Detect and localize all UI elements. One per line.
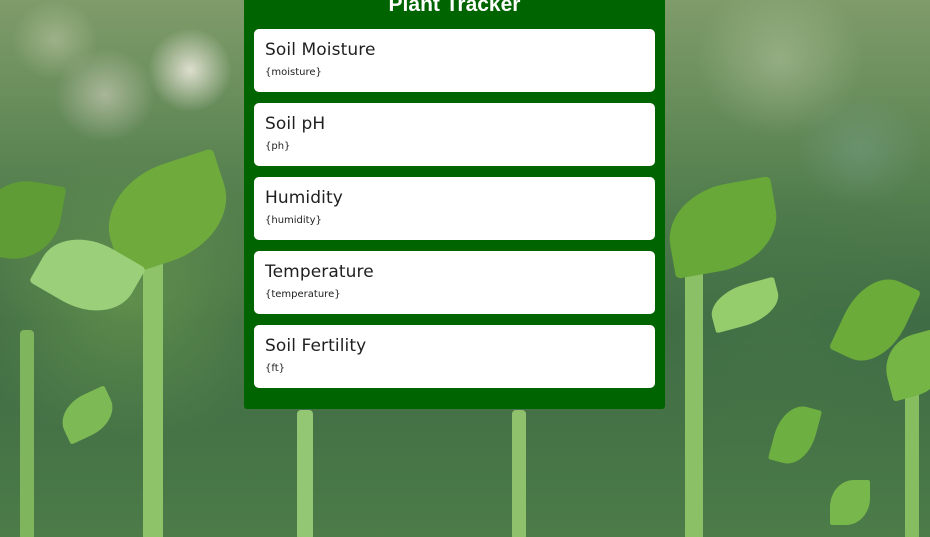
card-value: {moisture} xyxy=(265,67,322,78)
card-title: Humidity xyxy=(265,188,343,208)
card-value: {temperature} xyxy=(265,289,341,300)
card-value: {humidity} xyxy=(265,215,322,226)
card-soil-moisture: Soil Moisture {moisture} xyxy=(254,29,655,92)
card-value: {ph} xyxy=(265,141,291,152)
plant-tracker-panel: Plant Tracker Soil Moisture {moisture} S… xyxy=(244,0,665,409)
card-soil-ph: Soil pH {ph} xyxy=(254,103,655,166)
page-title: Plant Tracker xyxy=(388,0,521,16)
card-title: Soil Fertility xyxy=(265,336,367,356)
card-value: {ft} xyxy=(265,363,285,374)
card-title: Temperature xyxy=(265,262,374,282)
card-title: Soil Moisture xyxy=(265,40,376,60)
card-soil-fertility: Soil Fertility {ft} xyxy=(254,325,655,388)
card-humidity: Humidity {humidity} xyxy=(254,177,655,240)
card-temperature: Temperature {temperature} xyxy=(254,251,655,314)
card-title: Soil pH xyxy=(265,114,326,134)
